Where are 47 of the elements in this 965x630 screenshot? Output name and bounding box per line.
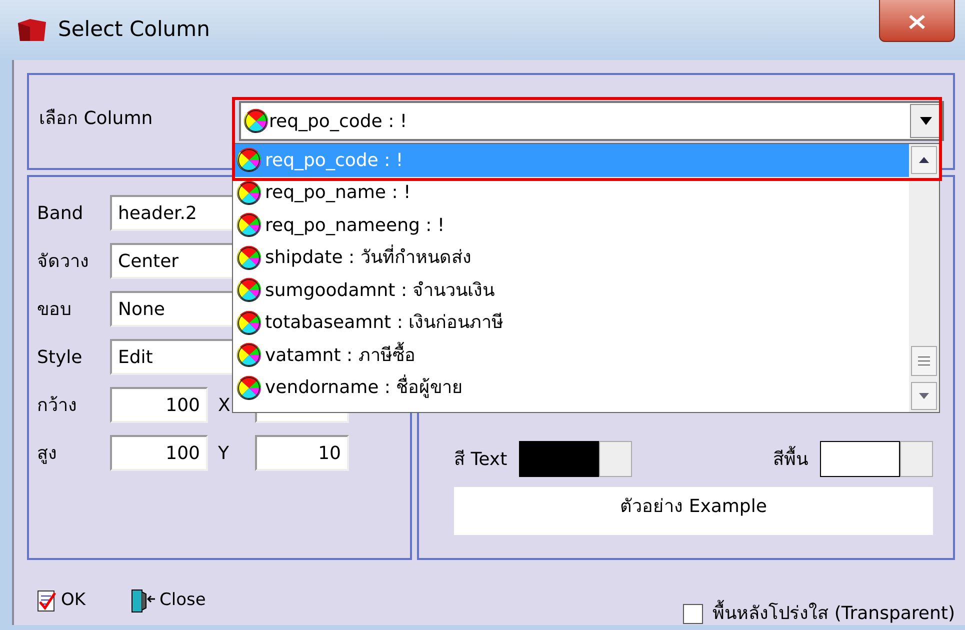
transparent-checkbox[interactable] [682,604,703,624]
color-picker-button[interactable] [599,441,632,477]
color-wheel-icon [236,244,262,271]
column-label: เลือก Column [39,107,154,131]
scrollbar[interactable] [909,144,939,412]
toolbar-button[interactable]: Close [130,588,206,614]
column-dropdown[interactable]: req_po_code : ! [239,101,944,141]
window-title: Select Column [58,16,210,44]
column-value: req_po_code : ! [269,110,408,134]
color-label: สีพื้น [773,446,808,472]
coordinate-field[interactable]: 10 [255,435,349,471]
transparent-label: พื้นหลังโปร่งใส (Transparent) [712,600,955,627]
property-label: กว้าง [37,394,78,418]
property-label: ขอบ [37,298,72,322]
property-label: Style [37,346,84,370]
scroll-up-button[interactable] [911,146,937,174]
up-arrow-icon [919,157,929,163]
preview-text: ตัวอย่าง Example [454,487,933,535]
down-arrow-icon [919,393,929,399]
checklist-icon [37,590,57,612]
color-wheel-icon [243,108,269,134]
grip-icon [918,356,930,366]
door-exit-icon [130,588,156,614]
property-label: สูง [37,442,58,466]
color-wheel-icon [236,212,262,238]
coordinate-label: X [217,394,232,418]
close-button[interactable] [879,0,955,42]
close-icon [908,15,926,30]
color-wheel-icon [236,147,262,174]
color-wheel-icon [236,277,262,304]
coordinate-label: Y [217,442,230,466]
color-wheel-icon [236,310,262,336]
caret-icon [920,117,932,125]
folder-icon [16,17,48,43]
toolbar-button[interactable]: OK [37,588,86,614]
dropdown-button[interactable] [910,104,942,138]
property-label: Band [37,202,84,226]
number-field[interactable]: 100 [110,435,208,471]
color-picker-button[interactable] [900,441,933,477]
number-field[interactable]: 100 [110,387,208,423]
scroll-thumb[interactable] [911,346,937,376]
color-wheel-icon [236,374,262,401]
scroll-down-button[interactable] [911,382,937,410]
color-wheel-icon [236,180,262,206]
color-label: สี Text [454,448,508,472]
property-label: จัดวาง [37,250,90,274]
color-wheel-icon [236,342,262,368]
